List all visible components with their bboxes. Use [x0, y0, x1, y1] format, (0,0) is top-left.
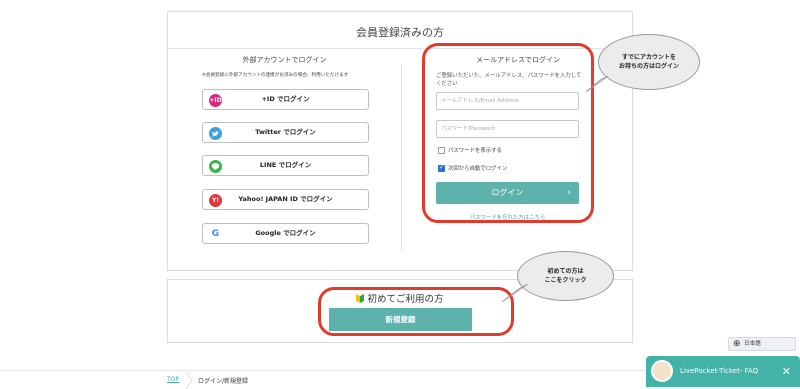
first-callout-line-1: 初めての方は — [547, 268, 584, 275]
callout-tail — [502, 284, 529, 303]
registered-panel-title: 会員登録済みの方 — [356, 26, 444, 39]
yahoo-login-label: Yahoo! JAPAN ID でログイン — [238, 195, 333, 203]
existing-callout-line-2: お持ちの方はログイン — [618, 63, 679, 70]
plus-id-login-label: +ID でログイン — [261, 95, 310, 103]
language-label: 日本語 — [744, 341, 761, 347]
google-login-label: Google でログイン — [255, 229, 316, 237]
first-callout-line-2: ここをクリック — [544, 277, 587, 284]
avatar — [651, 360, 673, 382]
register-highlight — [318, 287, 514, 336]
faq-widget[interactable]: LivePocket-Ticket- FAQ ✕ — [646, 356, 800, 387]
twitter-login-button[interactable]: Twitter でログイン — [202, 122, 369, 143]
callout-tail — [586, 76, 609, 93]
mail-login-highlight — [422, 43, 594, 223]
external-login-note: ※会員登録に外部アカウントの連携がお済みの場合、利用いただけます — [202, 73, 349, 78]
globe-icon: ⊕ — [733, 339, 741, 349]
language-selector[interactable]: ⊕ 日本語 — [728, 337, 796, 351]
existing-account-callout: すでにアカウントを お持ちの方はログイン — [598, 34, 700, 90]
breadcrumb-current: ログイン/新規登録 — [198, 378, 249, 385]
yahoo-login-button[interactable]: Y! Yahoo! JAPAN ID でログイン — [202, 189, 369, 210]
line-login-label: LINE でログイン — [259, 161, 312, 169]
breadcrumb-top-link[interactable]: TOP — [167, 376, 179, 383]
faq-widget-label: LivePocket-Ticket- FAQ — [680, 367, 759, 375]
close-icon[interactable]: ✕ — [782, 356, 791, 387]
plus-id-login-button[interactable]: +ID +ID でログイン — [202, 89, 369, 110]
external-login-title: 外部アカウントでログイン — [242, 56, 327, 64]
breadcrumb-separator — [185, 372, 193, 389]
line-login-button[interactable]: LINE でログイン — [202, 155, 369, 176]
twitter-login-label: Twitter でログイン — [255, 128, 316, 136]
column-separator — [401, 64, 402, 252]
existing-callout-line-1: すでにアカウントを — [621, 54, 677, 61]
google-login-button[interactable]: G Google でログイン — [202, 223, 369, 244]
